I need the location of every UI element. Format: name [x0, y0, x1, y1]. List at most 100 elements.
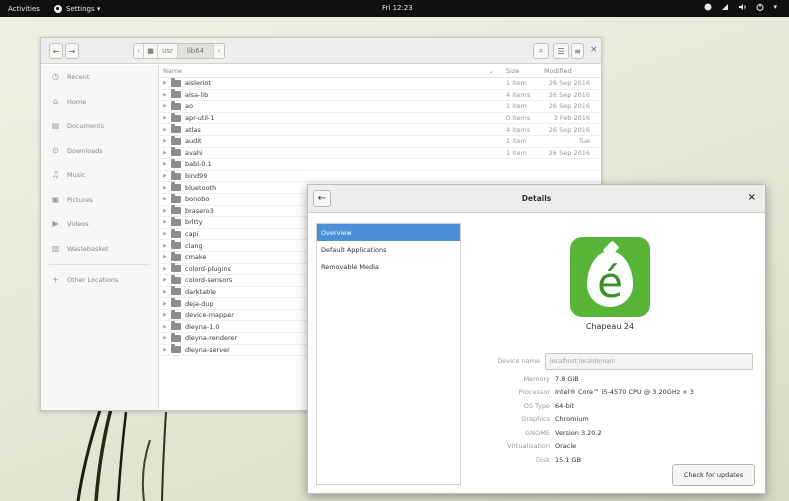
back-button[interactable]: ← [49, 43, 63, 59]
table-row[interactable]: ▶ audit 1 item Tue [160, 135, 601, 148]
expander-triangle-icon[interactable]: ▶ [163, 115, 171, 121]
info-key: Disk [536, 455, 550, 464]
sidebar-separator [49, 264, 150, 265]
expander-triangle-icon[interactable]: ▶ [163, 289, 171, 295]
distro-logo: é [570, 237, 650, 317]
file-name: dleyna-1.0 [185, 322, 220, 331]
system-tray[interactable]: ▾ [704, 3, 777, 11]
file-name-cell: ▶ aisleriot [160, 77, 500, 87]
info-value: Chromium [555, 415, 589, 424]
folder-icon [171, 274, 181, 284]
logo-drop-shape: é [587, 251, 633, 307]
app-menu[interactable]: Settings ▾ [53, 4, 100, 13]
expander-triangle-icon[interactable]: ▶ [163, 150, 171, 156]
drive-icon: ■ [147, 47, 154, 55]
sidebar-item-home[interactable]: ⌂ Home [41, 90, 158, 115]
picture-icon: ▣ [51, 194, 60, 204]
expander-triangle-icon[interactable]: ▶ [163, 243, 171, 249]
folder-icon [171, 170, 181, 180]
file-modified: 26 Sep 2016 [548, 79, 590, 88]
system-info: Device name localhost.localdomain Memory… [473, 350, 753, 467]
table-row[interactable]: ▶ ao 1 item 26 Sep 2016 [160, 100, 601, 113]
file-modified: 26 Sep 2016 [548, 125, 590, 134]
expander-triangle-icon[interactable]: ▶ [163, 254, 171, 260]
clock[interactable]: Fri 12:23 [382, 4, 413, 12]
expander-triangle-icon[interactable]: ▶ [163, 312, 171, 318]
sidebar-item-other-locations[interactable]: + Other Locations [41, 268, 158, 293]
expander-triangle-icon[interactable]: ▶ [163, 231, 171, 237]
info-row: Memory 7.8 GiB [473, 372, 753, 386]
details-close-button[interactable]: × [748, 192, 756, 203]
path-root-button[interactable]: ■ [144, 44, 158, 58]
expander-triangle-icon[interactable]: ▶ [163, 80, 171, 86]
sidebar-item-pictures[interactable]: ▣ Pictures [41, 188, 158, 213]
details-headerbar: ← Details × [308, 185, 765, 213]
sidebar-item-videos[interactable]: ▶ Videos [41, 212, 158, 237]
table-row[interactable]: ▶ alsa-lib 4 items 26 Sep 2016 [160, 89, 601, 102]
expander-triangle-icon[interactable]: ▶ [163, 266, 171, 272]
column-header-size[interactable]: Size [500, 67, 540, 75]
expander-triangle-icon[interactable]: ▶ [163, 196, 171, 202]
search-button[interactable]: ⌕ [533, 43, 549, 59]
file-name: device-mapper [185, 311, 234, 320]
forward-button[interactable]: → [65, 43, 79, 59]
device-name-field[interactable]: localhost.localdomain [545, 352, 753, 370]
expander-triangle-icon[interactable]: ▶ [163, 185, 171, 191]
file-name: bonobo [185, 195, 210, 204]
sidebar-item-recent[interactable]: ◷ Recent [41, 65, 158, 90]
menu-button[interactable]: ≡ [571, 43, 584, 59]
file-modified: 3 Feb 2016 [553, 114, 590, 123]
folder-icon [171, 205, 181, 215]
expander-triangle-icon[interactable]: ▶ [163, 347, 171, 353]
expander-triangle-icon[interactable]: ▶ [163, 219, 171, 225]
table-row[interactable]: ▶ bind99 [160, 170, 601, 183]
table-row[interactable]: ▶ aisleriot 1 item 26 Sep 2016 [160, 77, 601, 90]
sidebar-item-downloads[interactable]: ⊙ Downloads [41, 139, 158, 164]
folder-icon [171, 228, 181, 238]
path-scroll-right-button[interactable]: › [214, 44, 224, 58]
details-title: Details [521, 194, 552, 203]
sidebar-item-wastebasket[interactable]: ▥ Wastebasket [41, 237, 158, 262]
expander-triangle-icon[interactable]: ▶ [163, 103, 171, 109]
file-name: apr-util-1 [185, 114, 215, 123]
table-row[interactable]: ▶ atlas 4 items 26 Sep 2016 [160, 124, 601, 136]
sidebar-item-music[interactable]: ♫ Music [41, 163, 158, 188]
nav-item-default-applications[interactable]: Default Applications [317, 241, 460, 258]
expander-triangle-icon[interactable]: ▶ [163, 335, 171, 341]
folder-icon [171, 193, 181, 203]
check-for-updates-button[interactable]: Check for updates [672, 464, 755, 486]
file-modified: 26 Sep 2016 [548, 148, 590, 157]
table-row[interactable]: ▶ apr-util-1 0 items 3 Feb 2016 [160, 112, 601, 125]
expander-triangle-icon[interactable]: ▶ [163, 92, 171, 98]
folder-icon [171, 182, 181, 192]
view-toggle-button[interactable]: ☰ [553, 43, 569, 59]
expander-triangle-icon[interactable]: ▶ [163, 208, 171, 214]
file-name: bluetooth [185, 183, 217, 192]
folder-icon [171, 158, 181, 168]
sidebar-item-documents[interactable]: ▤ Documents [41, 114, 158, 139]
table-row[interactable]: ▶ avahi 1 item 26 Sep 2016 [160, 147, 601, 160]
close-button[interactable]: × [590, 45, 598, 55]
file-name-cell: ▶ audit [160, 135, 500, 145]
video-icon: ▶ [52, 219, 59, 229]
file-size: 4 items [506, 90, 531, 99]
expander-triangle-icon[interactable]: ▶ [163, 173, 171, 179]
file-name-cell: ▶ atlas [160, 124, 500, 134]
folder-icon [171, 135, 181, 145]
nav-item-removable-media[interactable]: Removable Media [317, 258, 460, 275]
expander-triangle-icon[interactable]: ▶ [163, 138, 171, 144]
expander-triangle-icon[interactable]: ▶ [163, 277, 171, 283]
expander-triangle-icon[interactable]: ▶ [163, 161, 171, 167]
column-header-name[interactable]: Name ⌄ [160, 67, 500, 75]
path-usr-button[interactable]: usr [158, 44, 178, 58]
expander-triangle-icon[interactable]: ▶ [163, 127, 171, 133]
column-header-modified[interactable]: Modified [540, 67, 590, 75]
nav-item-overview[interactable]: Overview [317, 224, 460, 241]
table-row[interactable]: ▶ babl-0.1 [160, 158, 601, 171]
sidebar-item-label: Other Locations [67, 276, 119, 285]
expander-triangle-icon[interactable]: ▶ [163, 324, 171, 330]
activities-button[interactable]: Activities [8, 5, 40, 13]
expander-triangle-icon[interactable]: ▶ [163, 301, 171, 307]
path-current-button[interactable]: lib64 [178, 44, 214, 58]
path-scroll-left-button[interactable]: ‹ [134, 44, 144, 58]
